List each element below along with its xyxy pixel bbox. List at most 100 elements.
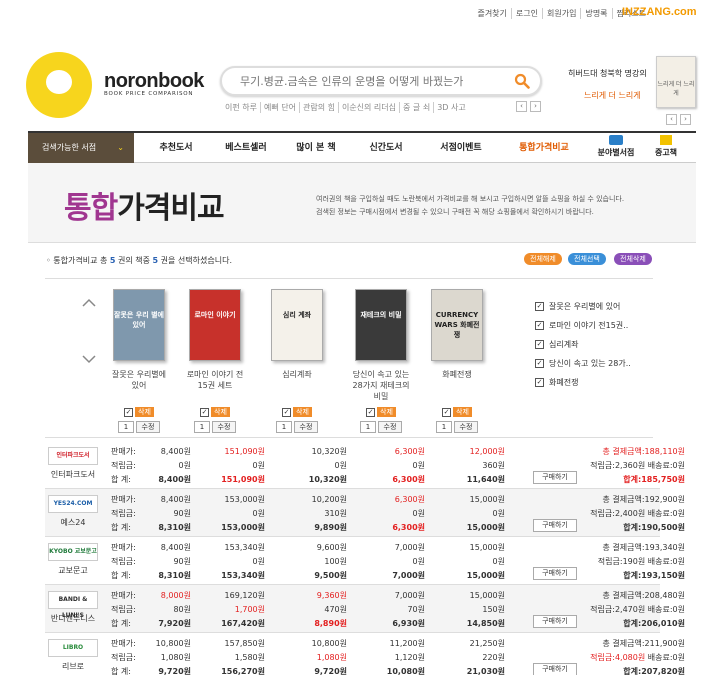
menu-price-compare[interactable]: 통합가격비교: [506, 133, 582, 163]
promo-prev-icon[interactable]: ‹: [666, 114, 677, 125]
points-shipping: 적립금:190원 배송료:0원: [535, 556, 685, 567]
checkbox-icon[interactable]: ✓: [442, 407, 452, 417]
promo-next-icon[interactable]: ›: [680, 114, 691, 125]
menu-new-books[interactable]: 신간도서: [356, 133, 416, 163]
checkbox-icon[interactable]: ✓: [366, 407, 376, 417]
menu-category-store[interactable]: 분야별서점: [592, 133, 640, 163]
store-name[interactable]: 예스24: [48, 517, 98, 528]
book-cover[interactable]: 심리 계좌: [271, 289, 323, 361]
book-cover[interactable]: 재테크의 비밀: [355, 289, 407, 361]
delete-all-button[interactable]: 전체삭제: [614, 253, 652, 265]
store-name[interactable]: 리브로: [48, 661, 98, 672]
buy-button[interactable]: 구매하기: [533, 519, 577, 532]
buy-button[interactable]: 구매하기: [533, 663, 577, 675]
menu-store-events[interactable]: 서점이벤트: [426, 133, 496, 163]
buy-button[interactable]: 구매하기: [533, 471, 577, 484]
top-link[interactable]: 로그인: [510, 8, 542, 19]
top-link[interactable]: 회원가입: [542, 8, 580, 19]
book-title[interactable]: 로마인 이야기 전15권 세트: [185, 369, 245, 403]
book-cover[interactable]: 로마인 이야기: [189, 289, 241, 361]
book-title[interactable]: 잘못은 우리별에 있어: [109, 369, 169, 403]
store-logo[interactable]: KYOBO 교보문고: [48, 543, 98, 561]
keyword-link[interactable]: 관람의 힘: [298, 102, 338, 113]
book-cover[interactable]: 잘못은 우리 별에 있어: [113, 289, 165, 361]
menu-recommended[interactable]: 추천도서: [146, 133, 206, 163]
checklist-item[interactable]: ✓ 잘못은 우리별에 있어: [535, 297, 631, 316]
store-logo[interactable]: YES24.COM: [48, 495, 98, 513]
price-cell: 169,120원: [224, 591, 265, 600]
price-cell: 0원: [412, 461, 425, 470]
promo-subtitle[interactable]: 느리게 더 느리게: [584, 90, 641, 101]
checkbox-icon[interactable]: ✓: [535, 302, 544, 311]
checkbox-icon[interactable]: ✓: [124, 407, 134, 417]
search-icon[interactable]: [514, 73, 530, 89]
select-all-button[interactable]: 전체선택: [568, 253, 606, 265]
promo-book-cover[interactable]: 느리게 더 느리게: [656, 56, 696, 108]
checkbox-icon[interactable]: ✓: [282, 407, 292, 417]
checkbox-icon[interactable]: ✓: [535, 359, 544, 368]
quantity-input[interactable]: 1: [118, 421, 134, 433]
checklist-item[interactable]: ✓ 심리계좌: [535, 335, 631, 354]
store-logo[interactable]: BANDI & LUNI'S: [48, 591, 98, 619]
promo-title[interactable]: 히버드대 청북학 명강의: [568, 68, 647, 79]
store-name[interactable]: 교보문고: [48, 565, 98, 576]
book-cover[interactable]: CURRENCY WARS 화폐전쟁: [431, 289, 483, 361]
shipping-label: 배송료:: [647, 557, 673, 566]
deselect-all-button[interactable]: 전체해제: [524, 253, 562, 265]
update-quantity-button[interactable]: 수정: [454, 421, 478, 433]
buy-button[interactable]: 구매하기: [533, 615, 577, 628]
update-quantity-button[interactable]: 수정: [378, 421, 402, 433]
search-input[interactable]: [240, 73, 510, 89]
store-logo[interactable]: LIBRO: [48, 639, 98, 657]
brand-site-logo[interactable]: INZZANG.com: [622, 6, 697, 18]
keyword-next-icon[interactable]: ›: [530, 101, 541, 112]
logo-text[interactable]: noronbook: [104, 70, 204, 93]
store-name[interactable]: 인터파크도서: [48, 469, 98, 480]
store-name[interactable]: 반디앤루니스: [48, 613, 98, 624]
top-link[interactable]: 방명록: [580, 8, 611, 19]
total-amount: 총 결제금액:193,340원: [535, 542, 686, 553]
update-quantity-button[interactable]: 수정: [212, 421, 236, 433]
grand-total-value: 185,750원: [641, 475, 685, 484]
store-logo[interactable]: 인터파크도서: [48, 447, 98, 465]
quantity-stepper: 1 수정: [267, 421, 327, 433]
quantity-input[interactable]: 1: [194, 421, 210, 433]
price-cell: 8,400원: [160, 543, 191, 552]
checkbox-icon[interactable]: ✓: [535, 321, 544, 330]
top-link[interactable]: 즐겨찾기: [473, 8, 510, 19]
update-quantity-button[interactable]: 수정: [294, 421, 318, 433]
keyword-link[interactable]: 이순신의 리더십: [337, 102, 399, 113]
keyword-prev-icon[interactable]: ‹: [516, 101, 527, 112]
delete-button[interactable]: 삭제: [135, 407, 154, 417]
chevron-down-icon[interactable]: [81, 351, 97, 367]
checklist-item[interactable]: ✓ 당신이 속고 있는 28가..: [535, 354, 631, 373]
checkbox-icon[interactable]: ✓: [535, 340, 544, 349]
quantity-input[interactable]: 1: [276, 421, 292, 433]
menu-bestseller[interactable]: 베스트셀러: [216, 133, 276, 163]
book-title[interactable]: 심리계좌: [267, 369, 327, 403]
checklist-item[interactable]: ✓ 로마인 이야기 전15권..: [535, 316, 631, 335]
book-title[interactable]: 화폐전쟁: [427, 369, 487, 403]
quantity-input[interactable]: 1: [436, 421, 452, 433]
keyword-link[interactable]: 중 글 쇠: [399, 102, 433, 113]
book-title[interactable]: 당신이 속고 있는 28가지 재테크의 비밀: [351, 369, 411, 403]
keyword-link[interactable]: 이펀 하루: [222, 102, 260, 113]
keyword-link[interactable]: 3D 사고: [433, 102, 469, 113]
delete-button[interactable]: 삭제: [293, 407, 312, 417]
update-quantity-button[interactable]: 수정: [136, 421, 160, 433]
chevron-up-icon[interactable]: [81, 295, 97, 311]
category-dropdown[interactable]: 검색가능한 서점 ⌄: [28, 133, 134, 163]
keyword-link[interactable]: 예뻐 단어: [259, 102, 299, 113]
delete-button[interactable]: 삭제: [453, 407, 472, 417]
checkbox-icon[interactable]: ✓: [535, 378, 544, 387]
delete-button[interactable]: 삭제: [211, 407, 230, 417]
delete-button[interactable]: 삭제: [377, 407, 396, 417]
buy-button[interactable]: 구매하기: [533, 567, 577, 580]
menu-used-books[interactable]: 중고책: [646, 133, 686, 163]
quantity-input[interactable]: 1: [360, 421, 376, 433]
checklist-item[interactable]: ✓ 화폐전쟁: [535, 373, 631, 392]
grand-total-label: 합계:: [623, 667, 642, 675]
menu-most-viewed[interactable]: 많이 본 책: [286, 133, 346, 163]
checkbox-icon[interactable]: ✓: [200, 407, 210, 417]
total-label: 총 결제금액:: [602, 447, 645, 456]
